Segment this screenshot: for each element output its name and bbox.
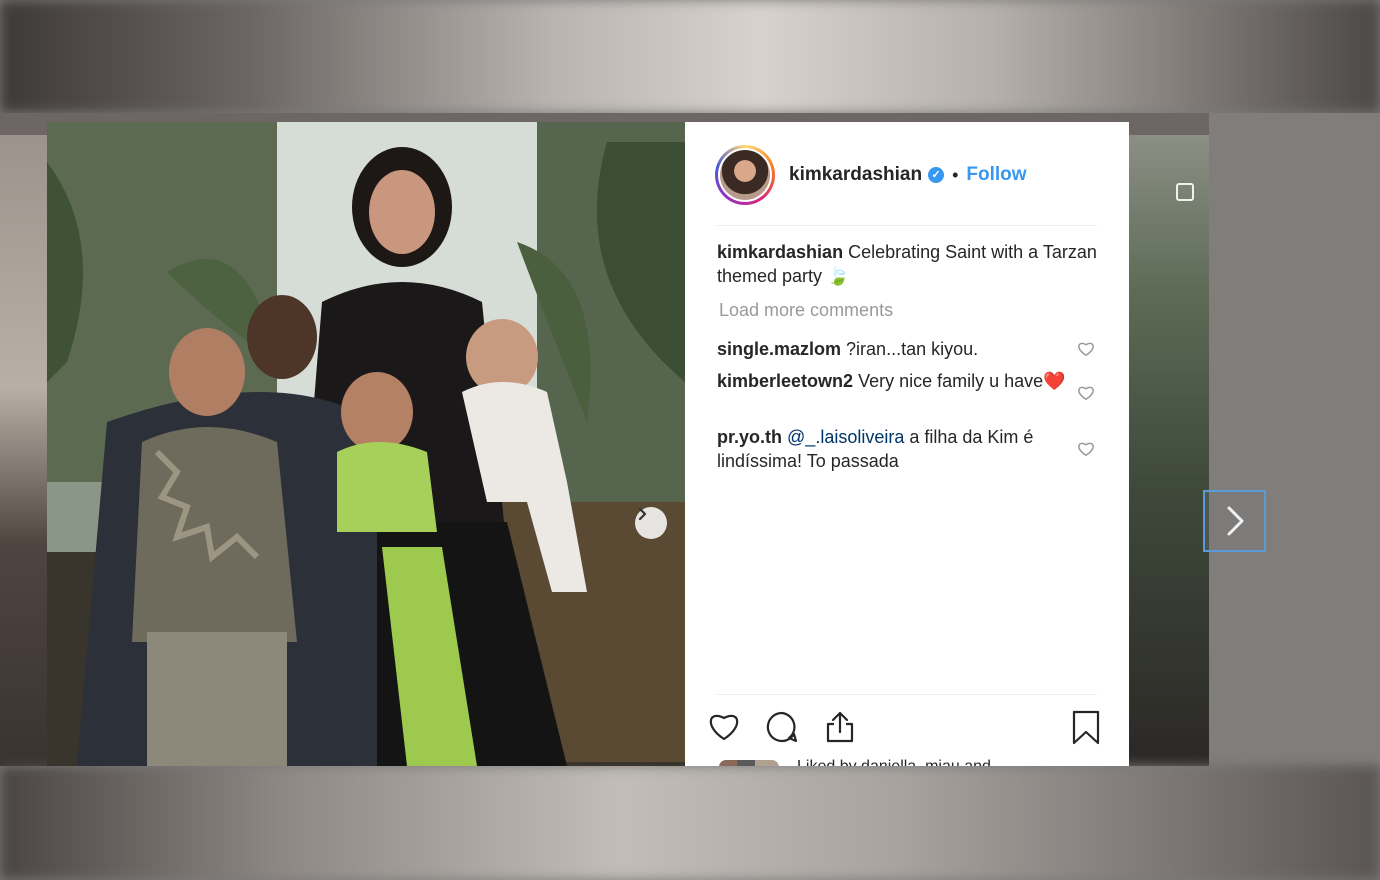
post-header: kimkardashian ✓ • Follow: [715, 142, 1097, 208]
comment-heart-icon[interactable]: [1077, 340, 1095, 357]
post-actions: [707, 710, 1107, 750]
heart-icon[interactable]: [707, 710, 741, 742]
comment-username[interactable]: kimberleetown2: [717, 371, 853, 391]
username-link[interactable]: kimkardashian: [789, 164, 922, 186]
caption-username[interactable]: kimkardashian: [717, 242, 843, 262]
liked-by-text: Liked by daniella_miau and: [797, 758, 991, 766]
comment-item: single.mazlom ?iran...tan kiyou.: [717, 337, 1067, 361]
follow-button[interactable]: Follow: [966, 164, 1026, 186]
post-photo: [47, 122, 685, 766]
comment-icon[interactable]: [765, 710, 799, 744]
multiple-posts-icon: [1176, 183, 1194, 201]
post-caption: kimkardashian Celebrating Saint with a T…: [717, 240, 1097, 288]
avatar[interactable]: [715, 145, 775, 205]
avatar-image: [720, 150, 770, 200]
verified-badge-icon: ✓: [928, 167, 945, 183]
load-more-comments-button[interactable]: Load more comments: [719, 300, 893, 321]
comment-mention-link[interactable]: @_.laisoliveira: [787, 427, 904, 447]
comment-item: pr.yo.th @_.laisoliveira a filha da Kim …: [717, 425, 1067, 473]
chevron-right-icon: [1227, 506, 1243, 536]
likes-summary[interactable]: Liked by daniella_miau and: [719, 758, 991, 766]
comment-username[interactable]: pr.yo.th: [717, 427, 782, 447]
comment-username[interactable]: single.mazlom: [717, 339, 841, 359]
background-page-top: [0, 0, 1380, 113]
comment-heart-icon[interactable]: [1077, 384, 1095, 401]
separator-dot: •: [952, 164, 959, 185]
next-post-button[interactable]: [1203, 490, 1266, 552]
background-thumbnail-right: [1129, 135, 1209, 766]
photo-next-button[interactable]: [635, 507, 667, 539]
background-page-margin: [1209, 113, 1380, 766]
background-thumbnail-left: [0, 135, 47, 766]
post-photo-illustration: [47, 122, 685, 766]
comment-text: ?iran...tan kiyou.: [846, 339, 979, 359]
comment-item: kimberleetown2 Very nice family u have❤️: [717, 369, 1067, 393]
post-sidebar: kimkardashian ✓ • Follow kimkardashian C…: [685, 122, 1129, 766]
chevron-right-icon: [638, 507, 647, 521]
post-modal: kimkardashian ✓ • Follow kimkardashian C…: [47, 122, 1129, 766]
bookmark-icon[interactable]: [1071, 710, 1101, 746]
actions-divider: [715, 694, 1097, 695]
background-page-bottom: [0, 766, 1380, 880]
header-divider: [715, 225, 1097, 226]
comment-heart-icon[interactable]: [1077, 440, 1095, 457]
liked-by-avatars: [719, 759, 779, 766]
share-icon[interactable]: [823, 710, 857, 744]
comment-text: Very nice family u have❤️: [858, 371, 1066, 391]
